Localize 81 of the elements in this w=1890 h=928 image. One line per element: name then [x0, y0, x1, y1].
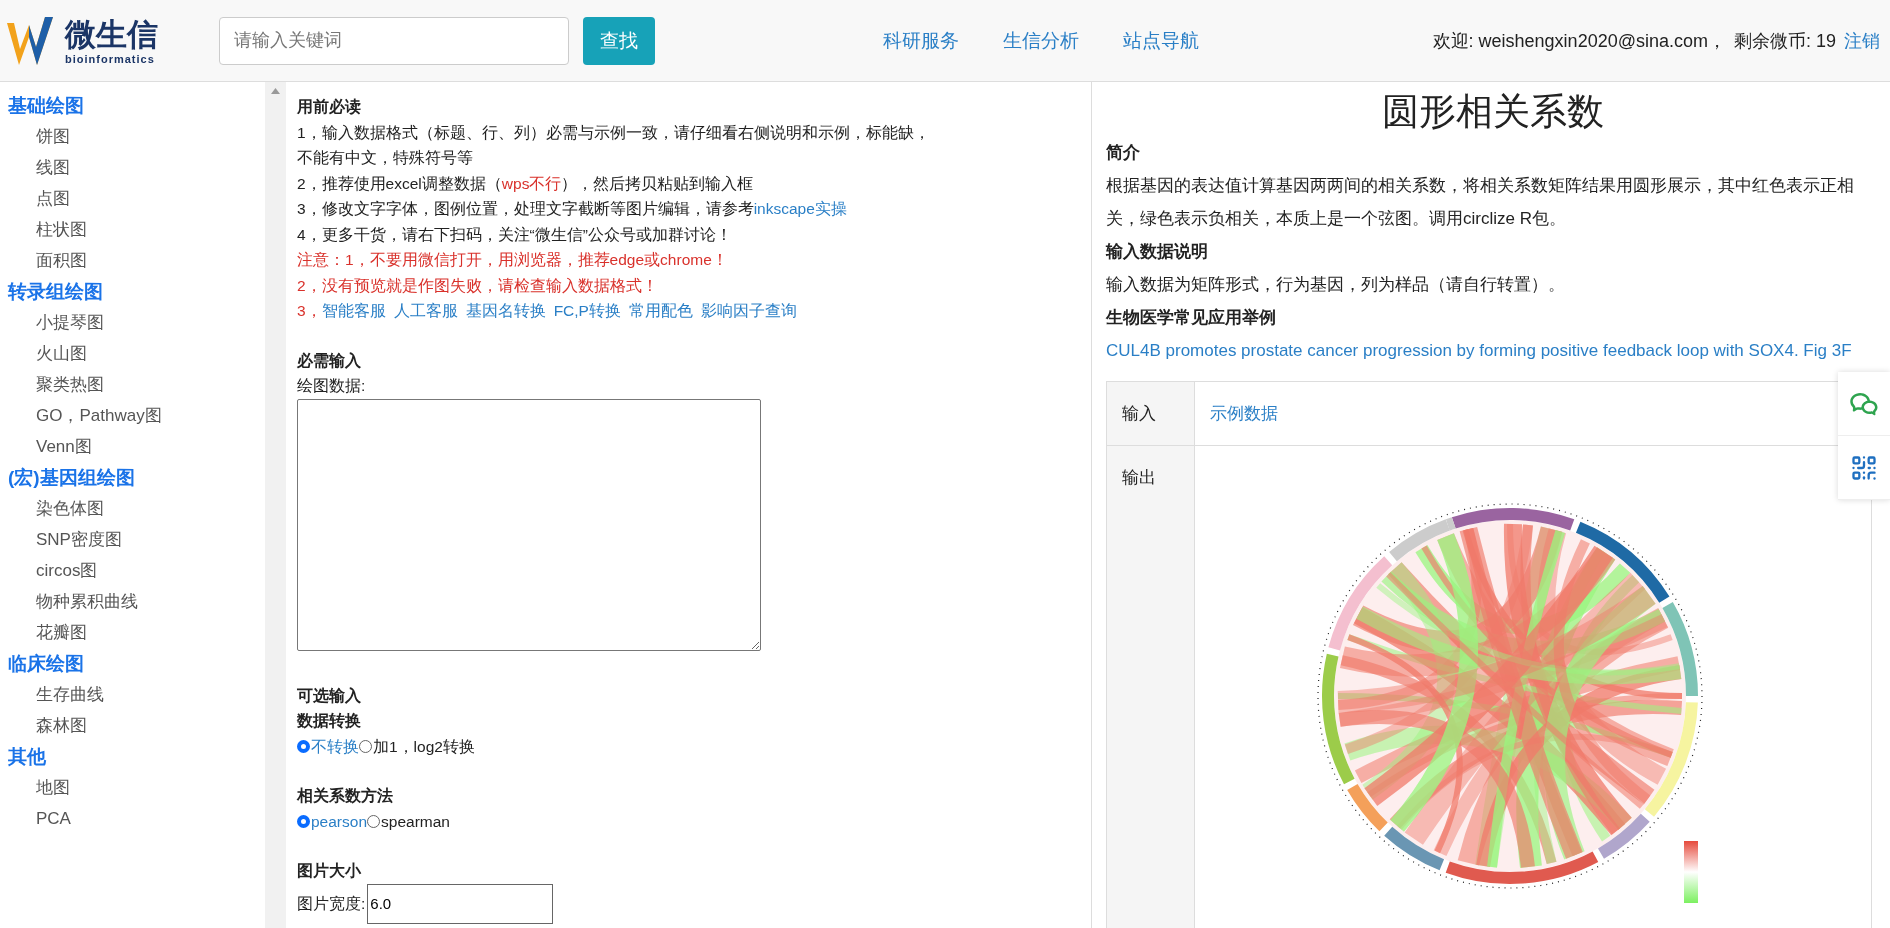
notice-link[interactable]: 影响因子查询	[700, 302, 797, 319]
sidebar-item[interactable]: GO，Pathway图	[8, 400, 265, 431]
sidebar-item[interactable]: 面积图	[8, 245, 265, 276]
sidebar-item[interactable]: 饼图	[8, 121, 265, 152]
notice-link[interactable]: 人工客服	[393, 302, 458, 319]
sidebar-item[interactable]: Venn图	[8, 431, 265, 462]
logo-subtitle: bioinformatics	[65, 52, 156, 65]
example-data-link[interactable]: 示例数据	[1210, 397, 1278, 430]
sidebar-item[interactable]: 小提琴图	[8, 307, 265, 338]
section-heading: 简介	[1106, 142, 1141, 164]
radio-button[interactable]	[367, 814, 380, 828]
search-field[interactable]: 请输入关键词	[219, 16, 569, 65]
scroll-up-icon[interactable]	[271, 88, 280, 94]
welcome-text: 欢迎: weishengxin2020@sina.com，	[1432, 29, 1726, 53]
sidebar-item[interactable]: circos图	[8, 555, 265, 586]
radio-button[interactable]	[297, 739, 310, 753]
sidebar-group-title: 其他	[8, 745, 47, 769]
row-label: 输出	[1122, 467, 1156, 489]
sidebar-item[interactable]: 柱状图	[8, 214, 265, 245]
notice-text: 4，更多干货，请右下扫码，关注“微生信”公众号或加群讨论！	[297, 225, 732, 243]
notice-title: 用前必读	[297, 97, 362, 117]
wechat-icon[interactable]	[1838, 372, 1890, 436]
sidebar-item[interactable]: SNP密度图	[8, 524, 265, 555]
radio-button[interactable]	[297, 814, 310, 828]
notice-link[interactable]: FC,P转换	[553, 302, 621, 319]
warning-text: wps不行	[501, 174, 562, 192]
sidebar-item[interactable]: 聚类热图	[8, 369, 265, 400]
description-text: 根据基因的表达值计算基因两两间的相关系数，将相关系数矩阵结果用圆形展示，其中红色表示正相关，绿色表示负相关，本质上是一个弦图。调用circlize R包。	[1106, 175, 1855, 230]
notice-text: 2，推荐使用excel调整数据（	[297, 174, 502, 192]
radio-label[interactable]: 不转换	[311, 733, 359, 759]
section-heading: 输入数据说明	[1106, 241, 1209, 263]
warning-text: 注意：1，不要用微信打开，用浏览器，推荐edge或chrome！	[297, 251, 728, 268]
notice-text: 不能有中文，特殊符号等	[297, 149, 473, 166]
sidebar-item[interactable]: 火山图	[8, 338, 265, 369]
notice-link[interactable]: inkscape实操	[753, 200, 847, 217]
section-title: 可选输入	[297, 685, 362, 706]
row-label: 输入	[1122, 403, 1156, 425]
sidebar-item[interactable]: 地图	[8, 772, 265, 803]
option-group-title: 数据转换	[297, 711, 362, 731]
sidebar-item[interactable]: 线图	[8, 152, 265, 183]
radio-button[interactable]	[359, 739, 372, 753]
nav-link[interactable]: 站点导航	[1123, 27, 1199, 54]
section-title: 必需输入	[297, 350, 362, 371]
sidebar-group-title: 转录组绘图	[8, 280, 104, 304]
coin-balance: 剩余微币: 19	[1733, 29, 1836, 53]
reference-link[interactable]: CUL4B promotes prostate cancer progression by forming positive feedback loop with SOX4. Fig 3F	[1106, 341, 1852, 360]
radio-label[interactable]: pearson	[311, 808, 367, 834]
logo-title: 微生信	[65, 16, 158, 53]
sidebar-item[interactable]: 物种累积曲线	[8, 586, 265, 617]
option-group-title: 相关系数方法	[297, 786, 394, 806]
warning-text: 2，没有预览就是作图失败，请检查输入数据格式！	[297, 276, 658, 294]
sidebar-group-title: 基础绘图	[8, 94, 85, 118]
sidebar-item[interactable]: 森林图	[8, 710, 265, 741]
sidebar-group-title: 临床绘图	[8, 652, 85, 676]
logout-link[interactable]: 注销	[1844, 28, 1880, 53]
notice-text: 3，修改文字字体，图例位置，处理文字截断等图片编辑，请参考	[297, 200, 754, 217]
radio-label[interactable]: spearman	[381, 808, 450, 834]
field-label: 图片宽度:	[297, 893, 366, 914]
page-title: 圆形相关系数	[1381, 90, 1605, 134]
section-heading: 生物医学常见应用举例	[1106, 307, 1277, 329]
sidebar-item[interactable]: 染色体图	[8, 493, 265, 524]
sidebar-item[interactable]: 点图	[8, 183, 265, 214]
warning-text: 3，	[297, 302, 322, 319]
section-title: 图片大小	[297, 861, 362, 881]
nav-link[interactable]: 生信分析	[1003, 27, 1079, 54]
notice-link[interactable]: 基因名转换	[465, 302, 546, 319]
description-text: 输入数据为矩阵形式，行为基因，列为样品（请自行转置）。	[1106, 274, 1566, 296]
field-label: 绘图数据:	[297, 376, 367, 396]
notice-text: ），然后拷贝粘贴到输入框	[561, 174, 754, 192]
data-input-field[interactable]	[297, 398, 761, 651]
sidebar-group-title: (宏)基因组绘图	[8, 466, 136, 490]
notice-link[interactable]: 常用配色	[628, 302, 693, 319]
sidebar-item[interactable]: 生存曲线	[8, 679, 265, 710]
notice-text: 1，输入数据格式（标题、行、列）必需与示例一致，请仔细看右侧说明和示例，标能缺，	[297, 123, 930, 141]
radio-label[interactable]: 加1，log2转换	[373, 733, 475, 759]
sidebar-item[interactable]: 花瓣图	[8, 617, 265, 648]
qr-code-icon[interactable]	[1838, 436, 1890, 500]
notice-link[interactable]: 智能客服	[321, 302, 386, 319]
sidebar-item[interactable]: PCA	[8, 803, 265, 834]
nav-link[interactable]: 科研服务	[883, 27, 959, 54]
width-input-field[interactable]: 6.0	[367, 883, 554, 924]
